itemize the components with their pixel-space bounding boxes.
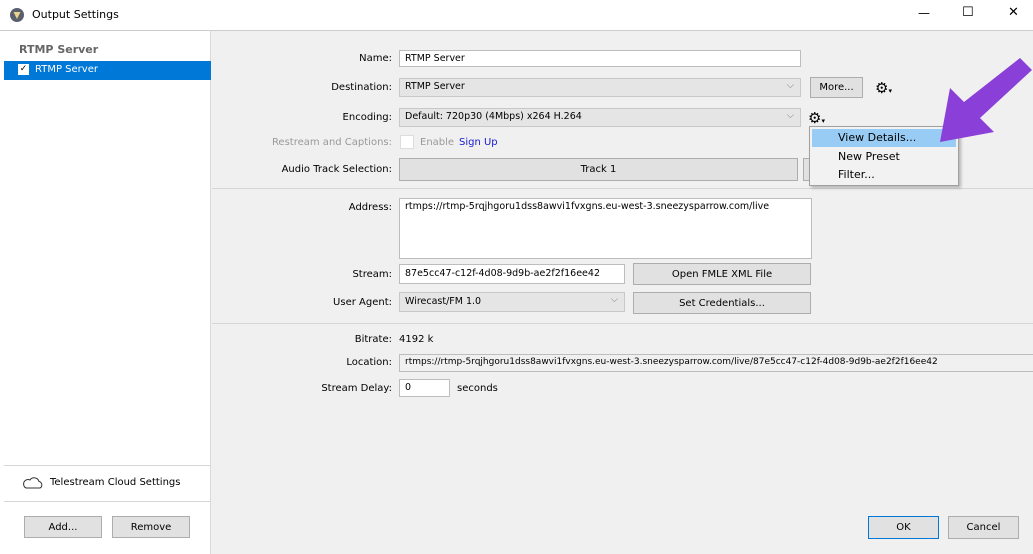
enable-label: Enable xyxy=(420,137,455,148)
user-agent-label: User Agent: xyxy=(333,297,392,308)
maximize-button[interactable]: ☐ xyxy=(962,5,974,20)
stream-delay-unit: seconds xyxy=(457,383,498,394)
purple-arrow-annotation-icon xyxy=(940,58,1032,142)
remove-button[interactable]: Remove xyxy=(112,516,190,538)
set-credentials-button[interactable]: Set Credentials... xyxy=(633,292,811,314)
name-label: Name: xyxy=(359,53,392,64)
track-1-button[interactable]: Track 1 xyxy=(399,158,798,181)
address-label: Address: xyxy=(348,202,392,213)
encoding-select[interactable]: Default: 720p30 (4Mbps) x264 H.264 ⌵ xyxy=(399,108,801,127)
stream-delay-label: Stream Delay: xyxy=(321,383,392,394)
add-button[interactable]: Add... xyxy=(24,516,102,538)
chevron-down-icon: ⌵ xyxy=(786,110,794,121)
location-label: Location: xyxy=(346,357,392,368)
ok-button[interactable]: OK xyxy=(868,516,939,539)
sidebar-item-label: RTMP Server xyxy=(35,64,98,75)
stream-label: Stream: xyxy=(352,269,392,280)
bitrate-label: Bitrate: xyxy=(354,334,392,345)
sidebar: RTMP Server ✓ RTMP Server Telestream Clo… xyxy=(0,31,211,554)
window-title: Output Settings xyxy=(32,8,119,21)
location-field: rtmps://rtmp-5rqjhgoru1dss8awvi1fvxgns.e… xyxy=(399,354,1033,372)
menu-item-new-preset[interactable]: New Preset xyxy=(812,148,956,166)
more-button[interactable]: More... xyxy=(810,77,863,98)
name-input[interactable]: RTMP Server xyxy=(399,50,801,67)
user-agent-select[interactable]: Wirecast/FM 1.0 ⌵ xyxy=(399,292,625,312)
cloud-icon xyxy=(23,477,43,489)
close-button[interactable]: ✕ xyxy=(1008,5,1019,20)
destination-select[interactable]: RTMP Server ⌵ xyxy=(399,78,801,97)
sign-up-link[interactable]: Sign Up xyxy=(459,137,498,148)
destination-label: Destination: xyxy=(331,82,392,93)
destination-gear-icon[interactable]: ⚙▾ xyxy=(875,81,892,99)
telestream-cloud-settings-link[interactable]: Telestream Cloud Settings xyxy=(50,477,180,488)
chevron-down-icon: ⌵ xyxy=(786,80,794,91)
sidebar-item-rtmp-server[interactable]: ✓ RTMP Server xyxy=(4,61,211,80)
sidebar-header: RTMP Server xyxy=(19,43,99,56)
cancel-button[interactable]: Cancel xyxy=(948,516,1019,539)
encoding-label: Encoding: xyxy=(342,112,392,123)
menu-item-filter[interactable]: Filter... xyxy=(812,166,956,184)
open-fmle-xml-button[interactable]: Open FMLE XML File xyxy=(633,263,811,285)
stream-delay-input[interactable]: 0 xyxy=(399,379,450,397)
checkbox-checked-icon[interactable]: ✓ xyxy=(18,64,29,75)
enable-checkbox[interactable] xyxy=(400,135,414,149)
stream-key-input[interactable]: 87e5cc47-c12f-4d08-9d9b-ae2f2f16ee42 xyxy=(399,264,625,284)
address-textarea[interactable]: rtmps://rtmp-5rqjhgoru1dss8awvi1fvxgns.e… xyxy=(399,198,812,259)
title-bar: Output Settings — ☐ ✕ xyxy=(0,0,1033,31)
app-logo-icon xyxy=(10,8,24,22)
bitrate-value: 4192 k xyxy=(399,334,434,345)
audio-track-label: Audio Track Selection: xyxy=(281,164,392,175)
minimize-button[interactable]: — xyxy=(918,6,930,20)
chevron-down-icon: ⌵ xyxy=(610,294,618,305)
restream-label: Restream and Captions: xyxy=(271,137,392,148)
